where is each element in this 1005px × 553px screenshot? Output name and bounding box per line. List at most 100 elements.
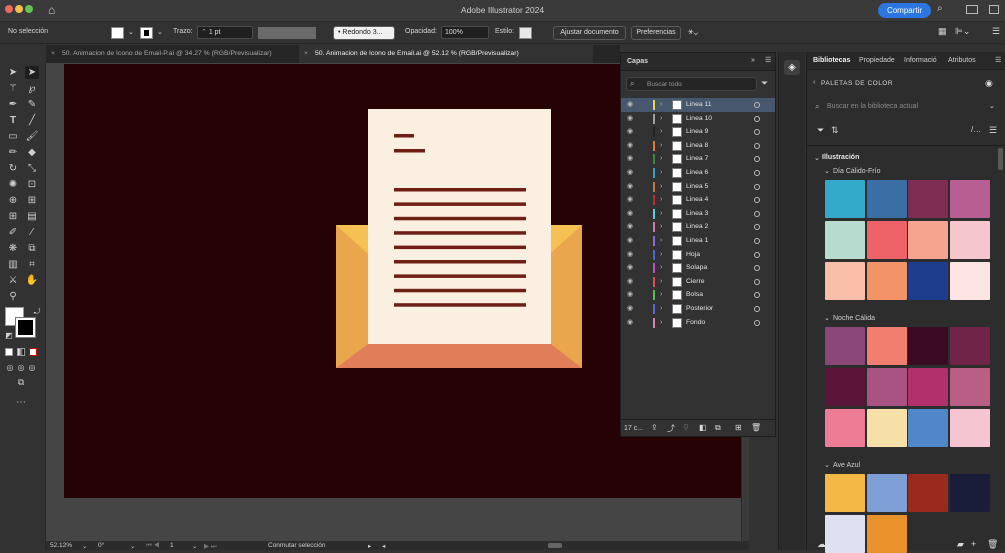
eyedropper-icon[interactable]: ✐ — [6, 226, 20, 239]
chevron-right-icon[interactable]: › — [660, 207, 662, 221]
layers-panel-title[interactable]: Capas — [627, 58, 648, 65]
share-button[interactable]: Compartir — [878, 3, 931, 18]
chevron-right-icon[interactable]: › — [660, 166, 662, 180]
breadcrumb[interactable]: PALETAS DE COLOR — [821, 80, 893, 87]
zoom-tool-icon[interactable]: ⚲ — [6, 290, 20, 303]
eye-icon[interactable]: ◉ — [627, 139, 633, 153]
color-swatch[interactable] — [866, 180, 907, 218]
layer-row[interactable]: ◉ › Linea 2 — [621, 220, 775, 234]
color-swatch[interactable] — [949, 221, 990, 259]
chevron-right-icon[interactable]: › — [660, 112, 662, 126]
list-view-icon[interactable]: ☰ — [989, 125, 997, 136]
slice-tool-icon[interactable]: ⌗ — [25, 258, 39, 271]
color-swatch[interactable] — [825, 474, 865, 512]
direct-selection-tool-icon[interactable]: ➤ — [25, 66, 39, 79]
magic-wand-icon[interactable]: ⚚ — [6, 82, 20, 95]
scrollbar-thumb[interactable] — [998, 148, 1003, 170]
layer-name[interactable]: Cierre — [686, 275, 705, 289]
target-icon[interactable] — [754, 238, 760, 244]
selection-tool-icon[interactable]: ➤ — [6, 66, 20, 79]
chevron-right-icon[interactable]: › — [660, 275, 662, 289]
artboard-tool-icon[interactable]: ⧉ — [25, 242, 39, 255]
graphic-style-swatch[interactable] — [519, 27, 532, 39]
sort-icon[interactable]: ⇅ — [831, 125, 839, 136]
avatar-icon[interactable]: ◉ — [985, 78, 993, 89]
layer-row[interactable]: ◉ › Fondo — [621, 316, 775, 330]
color-swatch[interactable] — [949, 474, 990, 512]
color-swatch[interactable] — [908, 262, 948, 300]
none-mode-icon[interactable] — [29, 348, 37, 356]
eye-icon[interactable]: ◉ — [627, 207, 633, 221]
layer-name[interactable]: Linea 10 — [686, 112, 712, 126]
color-swatch[interactable] — [825, 180, 865, 218]
chevron-right-icon[interactable]: › — [660, 139, 662, 153]
screen-mode-icon[interactable]: ⧉ — [14, 376, 28, 389]
gradient-tool-icon[interactable]: ▤ — [25, 210, 39, 223]
layer-name[interactable]: Linea 5 — [686, 180, 708, 194]
transform-icon[interactable]: ▦ — [938, 26, 947, 37]
perspective-grid-icon[interactable]: ⊞ — [25, 194, 39, 207]
chevron-right-icon[interactable]: › — [660, 261, 662, 275]
target-icon[interactable] — [754, 265, 760, 272]
chevron-down-icon[interactable]: ⌄ — [192, 542, 197, 550]
knife-tool-icon[interactable]: ⚔ — [6, 274, 20, 287]
layer-row[interactable]: ◉ › Solapa — [621, 261, 775, 275]
color-swatch[interactable] — [866, 327, 907, 365]
layer-row[interactable]: ◉ › Linea 4 — [621, 193, 775, 207]
rectangle-tool-icon[interactable]: ▭ — [6, 130, 20, 143]
chevron-down-icon[interactable]: ⌄ — [989, 102, 995, 110]
blend-tool-icon[interactable]: ⁄ — [25, 226, 39, 239]
paintbrush-icon[interactable]: 🖌 — [25, 130, 39, 143]
layer-row[interactable]: ◉ › Linea 3 — [621, 207, 775, 221]
tab-libraries[interactable]: Bibliotecas — [813, 52, 850, 70]
symbol-sprayer-icon[interactable]: ❋ — [6, 242, 20, 255]
layers-stack-icon[interactable]: ◈ — [784, 60, 800, 75]
chevron-right-icon[interactable]: › — [660, 98, 662, 112]
layer-row[interactable]: ◉ › Bolsa — [621, 288, 775, 302]
layer-row[interactable]: ◉ › Posterior — [621, 302, 775, 316]
target-icon[interactable] — [754, 210, 760, 217]
clipping-mask-icon[interactable]: ◧ — [699, 423, 707, 432]
lasso-icon[interactable]: ℘ — [25, 82, 39, 95]
curvature-tool-icon[interactable]: ✎ — [25, 98, 39, 111]
cloud-icon[interactable]: ☁ — [817, 539, 826, 550]
layer-row[interactable]: ◉ › Linea 7 — [621, 152, 775, 166]
chevron-down-icon[interactable]: ⌄ — [157, 28, 163, 36]
color-swatch[interactable] — [866, 515, 907, 553]
color-swatch[interactable] — [908, 474, 948, 512]
tab-attributes[interactable]: Atributos — [948, 52, 976, 70]
color-mode-icon[interactable] — [5, 348, 13, 356]
close-icon[interactable]: × — [304, 45, 308, 63]
color-swatch[interactable] — [949, 262, 990, 300]
trash-icon[interactable]: 🗑 — [751, 423, 761, 432]
brush-definition-dropdown[interactable]: • Redondo 3... — [333, 26, 395, 40]
tab-document-2[interactable]: × 50. Animacion de Icono de Email.ai @ 52… — [299, 45, 593, 63]
color-swatch[interactable] — [949, 368, 990, 406]
layer-name[interactable]: Fondo — [686, 316, 705, 330]
chevron-down-icon[interactable]: ⌄ — [824, 461, 830, 469]
target-icon[interactable] — [754, 197, 760, 204]
status-arrow-icon[interactable]: ▸ — [368, 542, 371, 550]
layer-row[interactable]: ◉ › Hoja — [621, 248, 775, 262]
gradient-mode-icon[interactable] — [17, 348, 25, 356]
chevron-right-icon[interactable]: › — [660, 234, 662, 248]
eye-icon[interactable]: ◉ — [627, 261, 633, 275]
shaper-tool-icon[interactable]: ✏ — [6, 146, 20, 159]
target-icon[interactable] — [754, 129, 760, 136]
align-icon[interactable]: ⊫⌄ — [955, 26, 970, 37]
filter-icon[interactable]: ⏷ — [817, 125, 824, 136]
stroke-swatch[interactable] — [16, 318, 35, 337]
eye-icon[interactable]: ◉ — [627, 275, 633, 289]
layer-name[interactable]: Linea 2 — [686, 220, 708, 234]
line-tool-icon[interactable]: ╱ — [25, 114, 39, 127]
chevron-right-icon[interactable]: › — [660, 302, 662, 316]
tab-properties[interactable]: Propiedade — [859, 52, 895, 70]
layer-row[interactable]: ◉ › Linea 8 — [621, 139, 775, 153]
artboard-number[interactable]: 1 — [170, 542, 174, 549]
hand-tool-icon[interactable]: ✋ — [25, 274, 39, 287]
color-group-title[interactable]: Ave Azul — [833, 462, 860, 469]
shape-builder-icon[interactable]: ⊕ — [6, 194, 20, 207]
eye-icon[interactable]: ◉ — [627, 166, 633, 180]
color-swatch[interactable] — [866, 368, 907, 406]
locate-object-icon[interactable]: ⚲ — [683, 423, 689, 432]
